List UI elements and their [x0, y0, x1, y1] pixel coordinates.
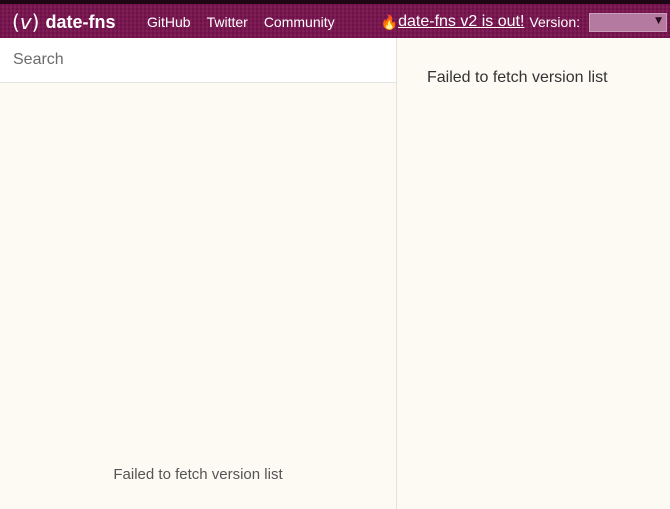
- version-select[interactable]: ▼: [589, 12, 667, 32]
- dropdown-caret-icon: ▼: [655, 15, 662, 26]
- main-content: Failed to fetch version list: [397, 38, 670, 509]
- sidebar: Failed to fetch version list: [0, 38, 397, 509]
- search-input[interactable]: [0, 38, 396, 83]
- nav-github[interactable]: GitHub: [147, 14, 191, 30]
- header-right: 🔥 date-fns v2 is out! Version: ▼: [381, 8, 667, 36]
- main-nav: GitHub Twitter Community: [147, 8, 335, 36]
- version-label: Version:: [529, 14, 580, 30]
- announcement-link[interactable]: date-fns v2 is out!: [398, 13, 524, 31]
- nav-twitter[interactable]: Twitter: [207, 14, 248, 30]
- sidebar-error-message: Failed to fetch version list: [113, 466, 283, 483]
- content-error-message: Failed to fetch version list: [427, 69, 608, 86]
- top-bar: (ⅴ) date-fns GitHub Twitter Community 🔥 …: [0, 0, 670, 38]
- fire-icon: 🔥: [380, 14, 399, 30]
- date-fns-logo-icon: (ⅴ): [12, 10, 40, 34]
- logo-link[interactable]: (ⅴ) date-fns: [12, 8, 115, 36]
- nav-community[interactable]: Community: [264, 14, 335, 30]
- logo-text: date-fns: [45, 11, 116, 32]
